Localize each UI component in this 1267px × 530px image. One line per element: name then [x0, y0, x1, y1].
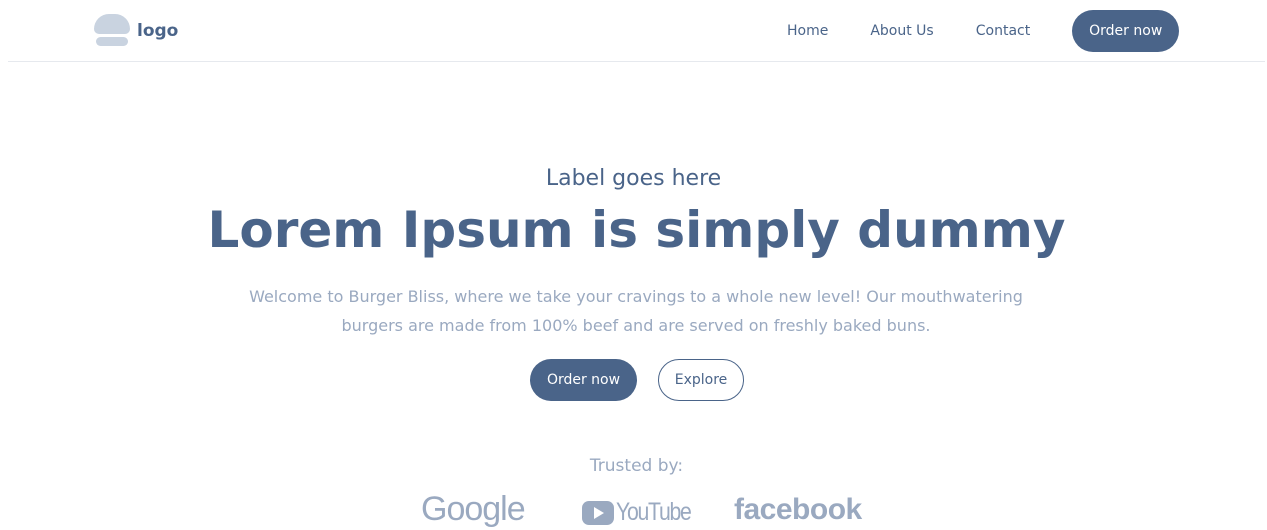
- hero-title: Lorem Ipsum is simply dummy: [207, 201, 1066, 259]
- header-order-now-button[interactable]: Order now: [1072, 10, 1180, 52]
- logo-bun-top: [94, 14, 130, 34]
- youtube-play-icon: [582, 500, 614, 525]
- logo[interactable]: logo: [94, 14, 178, 47]
- order-now-button[interactable]: Order now: [530, 359, 637, 401]
- nav-contact-link[interactable]: Contact: [976, 23, 1030, 39]
- google-logo: Google: [421, 490, 526, 528]
- logo-text: logo: [137, 20, 179, 41]
- explore-button[interactable]: Explore: [658, 359, 744, 401]
- hero-actions: Order now Explore: [530, 359, 744, 401]
- site-header: logo Home About Us Contact Order now: [8, 0, 1265, 62]
- youtube-wordmark: YouTube: [616, 498, 692, 526]
- logo-bun-bottom: [96, 37, 128, 46]
- hero-label: Label goes here: [545, 166, 722, 191]
- main-nav: Home About Us Contact Order now: [787, 10, 1180, 52]
- burger-logo-icon: [94, 14, 130, 47]
- trusted-brands: Google YouTube facebook: [0, 490, 1267, 530]
- trusted-by-label: Trusted by:: [589, 456, 684, 476]
- nav-about-link[interactable]: About Us: [870, 23, 933, 39]
- nav-home-link[interactable]: Home: [787, 23, 828, 39]
- youtube-logo: YouTube: [582, 498, 704, 527]
- hero-description: Welcome to Burger Bliss, where we take y…: [249, 287, 1023, 335]
- facebook-logo: facebook: [734, 493, 862, 526]
